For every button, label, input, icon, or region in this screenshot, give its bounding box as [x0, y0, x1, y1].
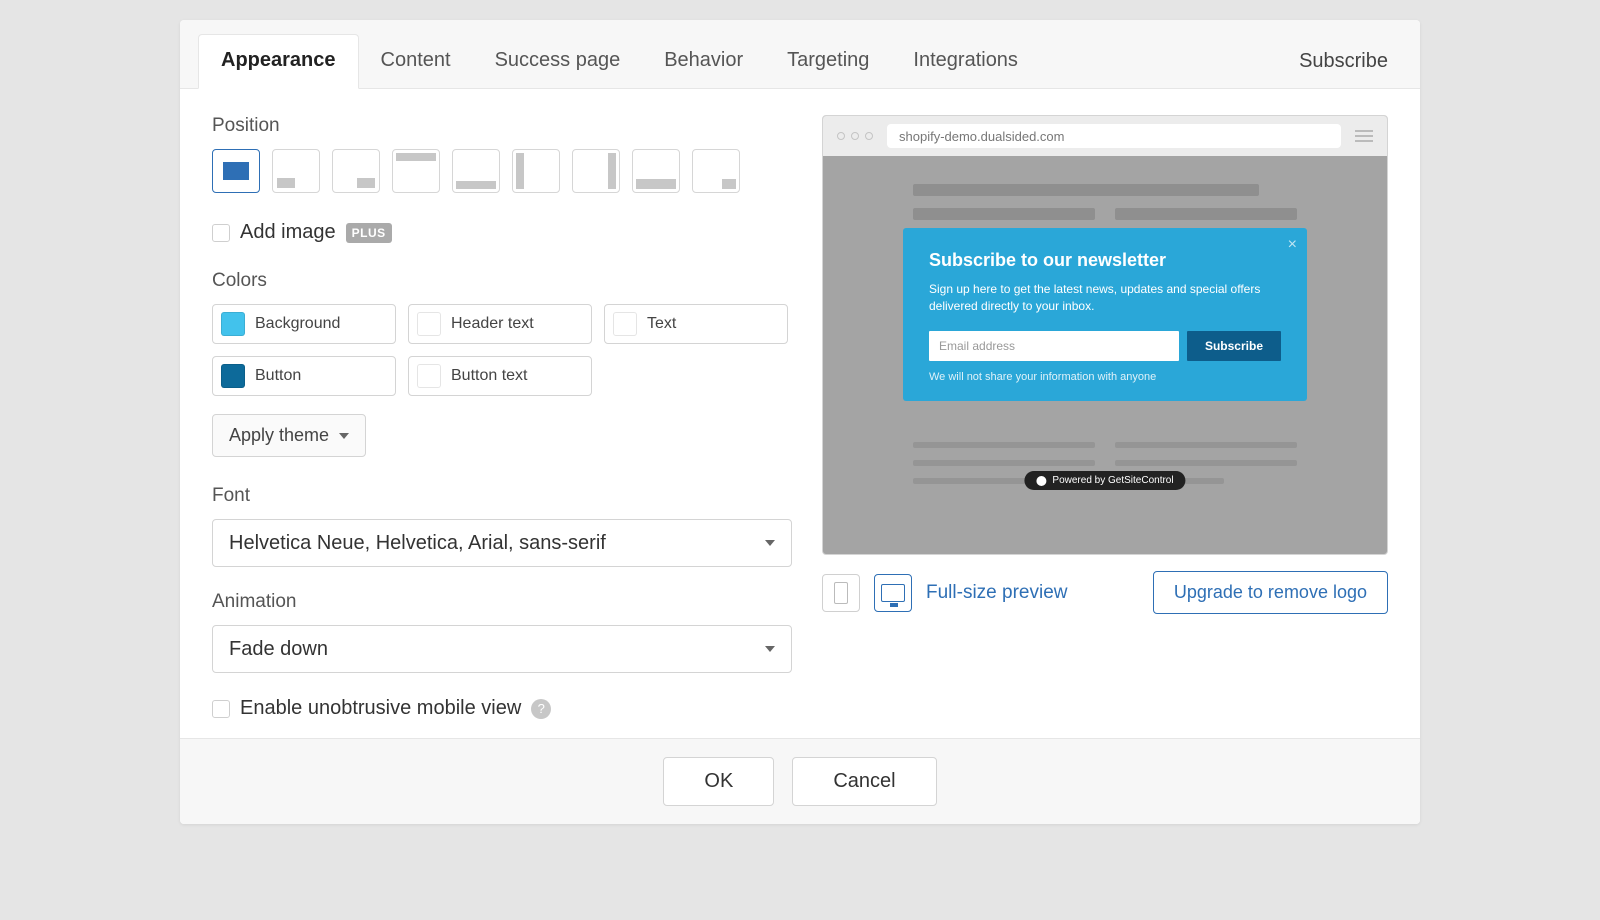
color-button[interactable]: Button	[212, 356, 396, 396]
help-icon[interactable]: ?	[531, 699, 551, 719]
hamburger-icon	[1355, 130, 1373, 142]
swatch-header-text	[417, 312, 441, 336]
swatch-button	[221, 364, 245, 388]
color-button-text-label: Button text	[451, 367, 528, 385]
add-image-label: Add image	[240, 221, 336, 244]
font-label: Font	[212, 485, 792, 507]
add-image-checkbox[interactable]	[212, 224, 230, 242]
color-background-label: Background	[255, 315, 340, 333]
position-options	[212, 149, 792, 193]
position-center[interactable]	[212, 149, 260, 193]
color-button-text[interactable]: Button text	[408, 356, 592, 396]
plus-badge: PLUS	[346, 223, 392, 243]
caret-down-icon	[339, 433, 349, 439]
popup-email-input[interactable]: Email address	[929, 331, 1179, 361]
preview-body: × Subscribe to our newsletter Sign up he…	[823, 156, 1387, 554]
animation-label: Animation	[212, 591, 792, 613]
dialog-footer: OK Cancel	[180, 738, 1420, 824]
tab-appearance[interactable]: Appearance	[198, 34, 359, 89]
font-select[interactable]: Helvetica Neue, Helvetica, Arial, sans-s…	[212, 519, 792, 567]
cancel-button[interactable]: Cancel	[792, 757, 936, 806]
swatch-button-text	[417, 364, 441, 388]
animation-value: Fade down	[229, 638, 328, 661]
font-value: Helvetica Neue, Helvetica, Arial, sans-s…	[229, 532, 606, 555]
mobile-view-row[interactable]: Enable unobtrusive mobile view ?	[212, 697, 792, 720]
colors-grid: Background Header text Text Button Butto…	[212, 304, 792, 396]
color-button-label: Button	[255, 367, 301, 385]
popup-title: Subscribe to our newsletter	[929, 250, 1281, 271]
powered-by-badge: Powered by GetSiteControl	[1024, 471, 1185, 490]
popup-description: Sign up here to get the latest news, upd…	[929, 281, 1281, 315]
position-top-bar[interactable]	[392, 149, 440, 193]
upgrade-remove-logo-button[interactable]: Upgrade to remove logo	[1153, 571, 1388, 614]
apply-theme-label: Apply theme	[229, 425, 329, 446]
tab-behavior[interactable]: Behavior	[642, 35, 765, 88]
color-header-text-label: Header text	[451, 315, 534, 333]
swatch-text	[613, 312, 637, 336]
tabbar: Appearance Content Success page Behavior…	[180, 20, 1420, 89]
apply-theme-button[interactable]: Apply theme	[212, 414, 366, 457]
traffic-lights-icon	[837, 132, 873, 140]
mobile-icon	[834, 582, 848, 604]
position-bottom-left[interactable]	[272, 149, 320, 193]
color-header-text[interactable]: Header text	[408, 304, 592, 344]
position-bottom-bar[interactable]	[452, 149, 500, 193]
position-bottom-strip[interactable]	[632, 149, 680, 193]
color-text[interactable]: Text	[604, 304, 788, 344]
preview-url: shopify-demo.dualsided.com	[887, 124, 1341, 148]
preview-controls: Full-size preview Upgrade to remove logo	[822, 571, 1388, 614]
close-icon[interactable]: ×	[1288, 236, 1297, 254]
position-right-panel[interactable]	[572, 149, 620, 193]
preview-popup: × Subscribe to our newsletter Sign up he…	[903, 228, 1307, 401]
tab-success-page[interactable]: Success page	[473, 35, 643, 88]
device-mobile-button[interactable]	[822, 574, 860, 612]
colors-label: Colors	[212, 270, 792, 292]
desktop-icon	[881, 584, 905, 602]
ok-button[interactable]: OK	[663, 757, 774, 806]
position-corner-tab[interactable]	[692, 149, 740, 193]
full-size-preview-link[interactable]: Full-size preview	[926, 582, 1067, 604]
animation-select[interactable]: Fade down	[212, 625, 792, 673]
device-desktop-button[interactable]	[874, 574, 912, 612]
tab-targeting[interactable]: Targeting	[765, 35, 891, 88]
swatch-background	[221, 312, 245, 336]
tab-content[interactable]: Content	[359, 35, 473, 88]
position-bottom-right[interactable]	[332, 149, 380, 193]
tab-integrations[interactable]: Integrations	[891, 35, 1040, 88]
widget-type-label: Subscribe	[1299, 50, 1402, 73]
position-left-panel[interactable]	[512, 149, 560, 193]
mobile-view-label: Enable unobtrusive mobile view	[240, 697, 521, 720]
mobile-view-checkbox[interactable]	[212, 700, 230, 718]
color-background[interactable]: Background	[212, 304, 396, 344]
popup-privacy-note: We will not share your information with …	[929, 371, 1281, 383]
color-text-label: Text	[647, 315, 676, 333]
preview-frame: shopify-demo.dualsided.com	[822, 115, 1388, 555]
position-label: Position	[212, 115, 792, 137]
caret-down-icon	[765, 646, 775, 652]
popup-subscribe-button[interactable]: Subscribe	[1187, 331, 1281, 361]
caret-down-icon	[765, 540, 775, 546]
preview-browser-chrome: shopify-demo.dualsided.com	[823, 116, 1387, 156]
add-image-row[interactable]: Add image PLUS	[212, 221, 792, 244]
widget-editor-dialog: Appearance Content Success page Behavior…	[180, 20, 1420, 824]
